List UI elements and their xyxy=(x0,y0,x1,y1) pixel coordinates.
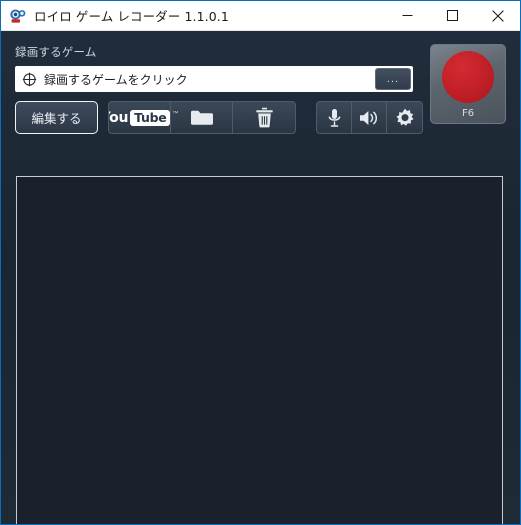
maximize-icon xyxy=(447,10,458,21)
record-indicator-icon xyxy=(442,51,494,103)
game-picker-value: 録画するゲームをクリック xyxy=(44,72,188,87)
window-title: ロイロ ゲーム レコーダー 1.1.0.1 xyxy=(34,9,229,24)
microphone-button[interactable] xyxy=(317,102,352,133)
close-icon xyxy=(491,9,504,22)
controls-section: 録画するゲーム 録画するゲームをクリック ... 編集する ou Tube ™ … xyxy=(1,31,520,134)
youtube-you-text: You xyxy=(109,109,129,126)
maximize-button[interactable] xyxy=(430,1,475,30)
app-window: ロイロ ゲーム レコーダー 1.1.0.1 録画するゲーム 録画するゲームをクリ… xyxy=(0,0,521,525)
youtube-icon: You Tube ™ xyxy=(109,109,178,126)
window-controls xyxy=(385,1,520,30)
minimize-button[interactable] xyxy=(385,1,430,30)
title-bar: ロイロ ゲーム レコーダー 1.1.0.1 xyxy=(1,1,520,31)
camera-icon xyxy=(9,7,27,25)
preview-panel[interactable] xyxy=(16,176,503,524)
game-picker-input[interactable]: 録画するゲームをクリック xyxy=(15,66,375,92)
open-folder-button[interactable] xyxy=(171,102,233,133)
gear-icon xyxy=(395,108,414,126)
youtube-button[interactable]: You Tube ™ xyxy=(109,102,178,133)
browse-button[interactable]: ... xyxy=(375,68,411,90)
microphone-icon xyxy=(328,108,340,127)
delete-button[interactable] xyxy=(233,102,295,133)
settings-button[interactable] xyxy=(387,102,422,133)
game-picker-row: 録画するゲームをクリック ... xyxy=(15,66,413,92)
share-button-group: You Tube ™ xyxy=(108,101,296,134)
edit-button[interactable]: 編集する xyxy=(15,101,98,134)
record-button[interactable]: F6 xyxy=(430,44,506,124)
trash-icon xyxy=(255,107,273,128)
crosshair-icon xyxy=(22,72,37,87)
settings-button-group xyxy=(316,101,423,134)
record-hotkey-label: F6 xyxy=(461,108,475,119)
speaker-button[interactable] xyxy=(352,102,387,133)
app-body: 録画するゲーム 録画するゲームをクリック ... 編集する ou Tube ™ … xyxy=(1,31,520,524)
folder-icon xyxy=(190,110,213,125)
youtube-tube-text: Tube xyxy=(130,109,171,126)
minimize-icon xyxy=(402,15,413,16)
close-button[interactable] xyxy=(475,1,520,30)
speaker-icon xyxy=(359,110,377,125)
